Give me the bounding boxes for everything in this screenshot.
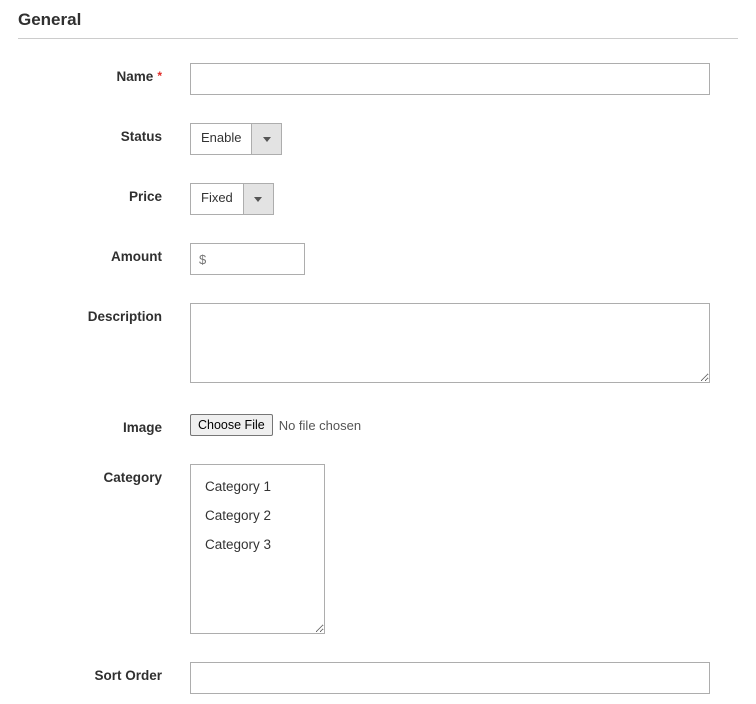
amount-input[interactable] xyxy=(190,243,305,275)
choose-file-button[interactable]: Choose File xyxy=(190,414,273,436)
file-status-text: No file chosen xyxy=(279,418,361,433)
amount-label: Amount xyxy=(18,243,190,264)
description-textarea[interactable] xyxy=(190,303,710,383)
category-label: Category xyxy=(18,464,190,485)
category-option[interactable]: Category 2 xyxy=(191,504,324,527)
name-input[interactable] xyxy=(190,63,710,95)
chevron-down-icon xyxy=(263,137,271,142)
category-option[interactable]: Category 1 xyxy=(191,475,324,498)
form-row-sort-order: Sort Order xyxy=(18,662,738,694)
category-multiselect[interactable]: Category 1 Category 2 Category 3 xyxy=(190,464,325,634)
status-select-button[interactable] xyxy=(251,124,281,154)
status-select-value: Enable xyxy=(191,124,251,154)
price-select-value: Fixed xyxy=(191,184,243,214)
sort-order-label: Sort Order xyxy=(18,662,190,683)
description-label: Description xyxy=(18,303,190,324)
chevron-down-icon xyxy=(254,197,262,202)
price-label: Price xyxy=(18,183,190,204)
form-row-price: Price Fixed xyxy=(18,183,738,215)
status-label: Status xyxy=(18,123,190,144)
sort-order-input[interactable] xyxy=(190,662,710,694)
form-row-description: Description xyxy=(18,303,738,386)
required-mark-icon: * xyxy=(157,69,162,83)
form-row-category: Category Category 1 Category 2 Category … xyxy=(18,464,738,634)
price-select[interactable]: Fixed xyxy=(190,183,274,215)
name-label: Name* xyxy=(18,63,190,84)
category-option[interactable]: Category 3 xyxy=(191,533,324,556)
form-row-image: Image Choose File No file chosen xyxy=(18,414,738,436)
form-row-name: Name* xyxy=(18,63,738,95)
price-select-button[interactable] xyxy=(243,184,273,214)
section-title: General xyxy=(18,10,738,39)
form-row-status: Status Enable xyxy=(18,123,738,155)
status-select[interactable]: Enable xyxy=(190,123,282,155)
form-row-amount: Amount xyxy=(18,243,738,275)
image-label: Image xyxy=(18,414,190,435)
